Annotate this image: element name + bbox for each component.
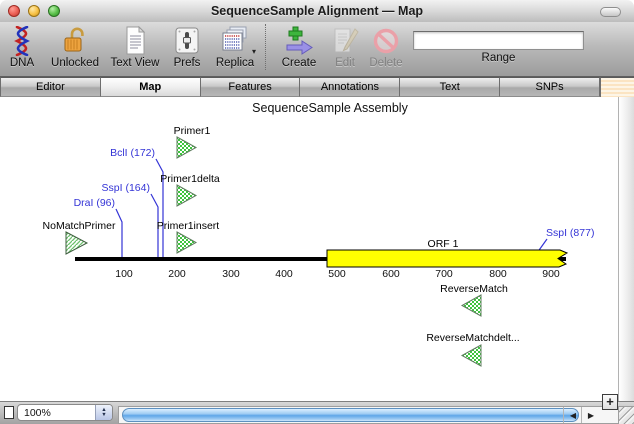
- feature-nomatchprimer-triangle[interactable]: [66, 232, 87, 254]
- toolbar-toggle-button[interactable]: [600, 7, 621, 17]
- tick-800: 800: [489, 268, 507, 280]
- feature-reversematch-label: ReverseMatch: [440, 283, 508, 295]
- create-button[interactable]: Create: [271, 22, 327, 74]
- replica-button[interactable]: ▾ Replica: [210, 22, 260, 74]
- prefs-label: Prefs: [174, 57, 201, 69]
- edit-icon: [330, 25, 360, 56]
- title-bar[interactable]: SequenceSample Alignment — Map: [0, 0, 634, 22]
- assembly-title: SequenceSample Assembly: [252, 101, 408, 115]
- tab-features[interactable]: Features: [201, 77, 301, 97]
- replica-label: Replica: [216, 57, 254, 69]
- horizontal-scrollbar[interactable]: ◀ ▶: [118, 406, 618, 424]
- tab-annotations[interactable]: Annotations: [300, 77, 400, 97]
- tab-snps[interactable]: SNPs: [500, 77, 600, 97]
- tick-900: 900: [542, 268, 560, 280]
- map-canvas[interactable]: SequenceSample Assembly ORF 1 100 200 30…: [0, 97, 618, 401]
- tab-overflow-area: [600, 77, 634, 97]
- toolbar: DNA Unlocked Text View: [0, 22, 634, 77]
- vertical-scrollbar[interactable]: [618, 97, 634, 401]
- page-icon[interactable]: [4, 406, 14, 419]
- unlocked-label: Unlocked: [51, 57, 99, 69]
- tick-300: 300: [222, 268, 240, 280]
- text-view-button[interactable]: Text View: [106, 22, 164, 74]
- feature-primer1insert-label: Primer1insert: [157, 220, 220, 232]
- unlocked-padlock-icon: [60, 25, 90, 56]
- feature-primer1-triangle[interactable]: [177, 137, 196, 158]
- delete-prohibition-icon: [371, 25, 401, 56]
- site-label-bcli-172[interactable]: BclI (172): [110, 147, 155, 159]
- toolbar-separator: [265, 24, 266, 70]
- tab-map[interactable]: Map: [101, 77, 201, 97]
- zoom-in-button[interactable]: +: [602, 394, 618, 410]
- replica-dropdown-arrow-icon[interactable]: ▾: [252, 48, 256, 56]
- scroll-left-arrow-icon[interactable]: ◀: [563, 407, 582, 423]
- dna-label: DNA: [10, 57, 34, 69]
- feature-reversematch-triangle[interactable]: [462, 295, 481, 316]
- text-view-label: Text View: [110, 57, 159, 69]
- dna-icon: [7, 25, 37, 56]
- preferences-icon: [172, 25, 202, 56]
- create-label: Create: [282, 57, 317, 69]
- range-label: Range: [482, 52, 516, 64]
- stepper-arrows-icon[interactable]: ▲▼: [95, 405, 112, 420]
- prefs-button[interactable]: Prefs: [164, 22, 210, 74]
- window-title: SequenceSample Alignment — Map: [0, 4, 634, 18]
- replica-stack-icon: ▾: [220, 25, 250, 56]
- tab-text[interactable]: Text: [400, 77, 500, 97]
- feature-reversematchdelta-triangle[interactable]: [462, 345, 481, 366]
- feature-primer1delta-triangle[interactable]: [177, 185, 196, 206]
- window-resize-grip[interactable]: [618, 406, 634, 424]
- edit-label: Edit: [335, 57, 355, 69]
- view-tabs: Editor Map Features Annotations Text SNP…: [0, 77, 600, 97]
- feature-primer1-label: Primer1: [174, 125, 211, 137]
- range-input[interactable]: [413, 31, 584, 50]
- tick-100: 100: [115, 268, 133, 280]
- create-icon: [284, 25, 314, 56]
- site-label-sspi-877[interactable]: SspI (877): [546, 227, 594, 239]
- tab-editor[interactable]: Editor: [0, 77, 101, 97]
- feature-primer1insert-triangle[interactable]: [177, 232, 196, 253]
- tick-700: 700: [435, 268, 453, 280]
- unlocked-button[interactable]: Unlocked: [44, 22, 106, 74]
- site-label-sspi-164[interactable]: SspI (164): [102, 182, 150, 194]
- tick-400: 400: [275, 268, 293, 280]
- site-line-drai-96: [116, 209, 122, 257]
- app-window: SequenceSample Alignment — Map DNA Unlo: [0, 0, 634, 424]
- scroll-right-arrow-icon[interactable]: ▶: [581, 407, 600, 423]
- feature-nomatchprimer-label: NoMatchPrimer: [43, 220, 116, 232]
- tick-600: 600: [382, 268, 400, 280]
- range-group: Range: [413, 22, 584, 64]
- document-icon: [120, 25, 150, 56]
- zoom-level-popup[interactable]: 100% ▲▼: [17, 404, 113, 421]
- feature-orf1-label: ORF 1: [428, 238, 459, 250]
- feature-primer1delta-label: Primer1delta: [160, 173, 220, 185]
- feature-orf1-arrow[interactable]: [327, 250, 567, 267]
- feature-reversematchdelta-label: ReverseMatchdelt...: [426, 332, 519, 344]
- dna-button[interactable]: DNA: [0, 22, 44, 74]
- horizontal-scrollbar-thumb[interactable]: [122, 408, 579, 422]
- site-label-drai-96[interactable]: DraI (96): [74, 197, 115, 209]
- delete-button: Delete: [363, 22, 409, 74]
- delete-label: Delete: [369, 57, 402, 69]
- tick-200: 200: [168, 268, 186, 280]
- tick-500: 500: [328, 268, 346, 280]
- zoom-level-value: 100%: [18, 407, 95, 419]
- edit-button: Edit: [327, 22, 363, 74]
